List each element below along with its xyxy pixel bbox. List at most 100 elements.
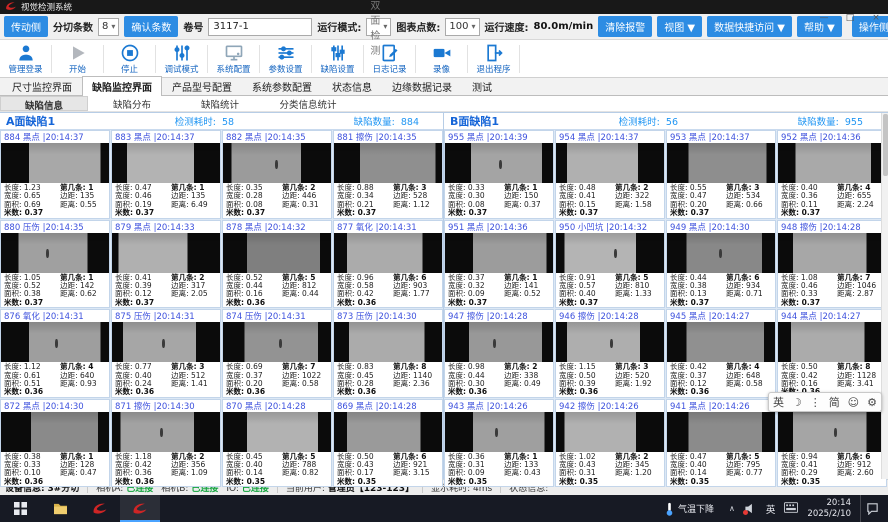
main-tab-4[interactable]: 状态信息 xyxy=(322,76,382,96)
defect-cell[interactable]: 882 黑点 |20:14:35 长度: 0.35 宽度: 0.28 面积: 0… xyxy=(222,130,332,219)
action-center-icon[interactable] xyxy=(860,495,884,522)
scrollbar[interactable] xyxy=(881,113,888,479)
tool-button-2[interactable]: 停止 xyxy=(106,42,153,75)
run-mode-select[interactable]: 双面检测▾ xyxy=(366,18,391,36)
chart-points-select[interactable]: 100▾ xyxy=(445,18,479,36)
main-tab-0[interactable]: 尺寸监控界面 xyxy=(2,76,82,96)
clear-alarm-button[interactable]: 清除报警 xyxy=(598,16,652,37)
app-title: 视觉检测系统 xyxy=(21,1,72,13)
ime-moon-icon[interactable]: ☽ xyxy=(792,396,802,409)
defect-image xyxy=(667,143,775,183)
defect-cell[interactable]: 950 小凹坑 |20:14:32 长度: 0.91 宽度: 0.57 面积: … xyxy=(555,220,665,309)
defect-cell[interactable]: 943 黑点 |20:14:26 长度: 0.36 宽度: 0.31 面积: 0… xyxy=(444,399,554,488)
defect-cell[interactable]: 874 压伤 |20:14:31 长度: 0.69 宽度: 0.37 面积: 0… xyxy=(222,309,332,398)
defect-distance: 距离: 1.58 xyxy=(615,201,661,209)
defect-cell[interactable]: 872 黑点 |20:14:30 长度: 0.38 宽度: 0.33 面积: 0… xyxy=(0,399,110,488)
defect-image xyxy=(1,233,109,273)
tool-button-8[interactable]: 录像 xyxy=(418,42,465,75)
main-tab-5[interactable]: 边缘数据记录 xyxy=(382,76,462,96)
ime-lang-toggle[interactable]: 英 xyxy=(773,394,784,410)
ime-settings-icon[interactable]: ⚙ xyxy=(867,396,877,409)
defect-cell[interactable]: 944 黑点 |20:14:27 长度: 0.50 宽度: 0.42 面积: 0… xyxy=(777,309,887,398)
defect-cell[interactable]: 955 黑点 |20:14:39 长度: 0.33 宽度: 0.30 面积: 0… xyxy=(444,130,554,219)
defect-cell[interactable]: 941 黑点 |20:14:26 长度: 0.47 宽度: 0.40 面积: 0… xyxy=(666,399,776,488)
defect-cell[interactable]: 951 黑点 |20:14:36 长度: 0.37 宽度: 0.32 面积: 0… xyxy=(444,220,554,309)
defect-cell[interactable]: 947 擦伤 |20:14:28 长度: 0.98 宽度: 0.44 面积: 0… xyxy=(444,309,554,398)
run-speed-label: 运行速度: xyxy=(485,19,529,34)
tool-button-7[interactable]: 日志记录 xyxy=(366,42,413,75)
defect-cell-header: 870 黑点 |20:14:28 xyxy=(223,400,331,412)
sub-tab-2[interactable]: 缺陷统计 xyxy=(176,96,264,111)
roll-number-input[interactable] xyxy=(208,18,312,36)
strip-count-select[interactable]: 8▾ xyxy=(98,18,119,36)
tool-button-1[interactable]: 开始 xyxy=(54,42,101,75)
tool-button-0[interactable]: 管理登录 xyxy=(2,42,49,75)
defect-cell[interactable]: 877 氧化 |20:14:31 长度: 0.96 宽度: 0.58 面积: 0… xyxy=(333,220,443,309)
sub-tab-0[interactable]: 缺陷信息 xyxy=(0,96,88,111)
defect-cell[interactable]: 953 黑点 |20:14:37 长度: 0.55 宽度: 0.47 面积: 0… xyxy=(666,130,776,219)
ime-emoji-icon[interactable]: ☺ xyxy=(848,396,859,409)
ime-tools-icon[interactable]: ⋮ xyxy=(810,396,821,409)
defect-cell-header: 882 黑点 |20:14:35 xyxy=(223,131,331,143)
ime-language-indicator[interactable]: 英 xyxy=(766,502,776,516)
main-tab-6[interactable]: 测试 xyxy=(462,76,502,96)
defect-cell[interactable]: 949 黑点 |20:14:30 长度: 0.44 宽度: 0.38 面积: 0… xyxy=(666,220,776,309)
touch-keyboard-icon[interactable] xyxy=(784,502,798,516)
defect-image xyxy=(334,233,442,273)
data-quick-access-button[interactable]: 数据快捷访问 ▼ xyxy=(707,16,792,37)
volume-icon[interactable] xyxy=(744,502,757,515)
main-tab-1[interactable]: 缺陷监控界面 xyxy=(82,76,162,96)
sub-tab-3[interactable]: 分类信息统计 xyxy=(264,96,352,111)
defect-cell[interactable]: 871 擦伤 |20:14:30 长度: 1.18 宽度: 0.42 面积: 0… xyxy=(111,399,221,488)
sub-tabs: 缺陷信息缺陷分布缺陷统计分类信息统计 xyxy=(0,96,888,112)
defect-mark xyxy=(719,249,722,258)
defect-distance: 距离: 6.49 xyxy=(171,201,217,209)
main-tab-3[interactable]: 系统参数配置 xyxy=(242,76,322,96)
defect-cell[interactable]: 879 黑点 |20:14:33 长度: 0.41 宽度: 0.39 面积: 0… xyxy=(111,220,221,309)
scrollbar-thumb[interactable] xyxy=(883,114,888,176)
file-explorer-icon[interactable] xyxy=(40,495,80,522)
defect-cell[interactable]: 945 黑点 |20:14:27 长度: 0.42 宽度: 0.37 面积: 0… xyxy=(666,309,776,398)
drive-side-button[interactable]: 传动侧 xyxy=(4,16,48,37)
defect-image xyxy=(223,412,331,452)
app-icon-inspection-2-active[interactable] xyxy=(120,495,160,522)
defect-cell[interactable]: 946 擦伤 |20:14:28 长度: 1.15 宽度: 0.50 面积: 0… xyxy=(555,309,665,398)
close-button[interactable]: × xyxy=(870,13,882,23)
clock-date: 2025/2/10 xyxy=(807,509,851,520)
weather-widget[interactable]: 气温下降 xyxy=(659,495,720,522)
main-tabs: 尺寸监控界面缺陷监控界面产品型号配置系统参数配置状态信息边缘数据记录测试 xyxy=(0,78,888,96)
defect-cell[interactable]: 948 擦伤 |20:14:28 长度: 1.08 宽度: 0.46 面积: 0… xyxy=(777,220,887,309)
confirm-strip-button[interactable]: 确认条数 xyxy=(124,16,178,37)
tool-button-4[interactable]: 系统配置 xyxy=(210,42,257,75)
defect-cell[interactable]: 884 黑点 |20:14:37 长度: 1.23 宽度: 0.65 面积: 0… xyxy=(0,130,110,219)
defect-details: 长度: 0.38 宽度: 0.33 面积: 0.10 米数: 0.36 第几条:… xyxy=(1,452,109,487)
defect-cell[interactable]: 870 黑点 |20:14:28 长度: 0.45 宽度: 0.40 面积: 0… xyxy=(222,399,332,488)
defect-cell[interactable]: 881 擦伤 |20:14:35 长度: 0.88 宽度: 0.34 面积: 0… xyxy=(333,130,443,219)
defect-cell[interactable]: 869 黑点 |20:14:28 长度: 0.50 宽度: 0.43 面积: 0… xyxy=(333,399,443,488)
defect-meters: 米数: 0.37 xyxy=(781,209,837,217)
tool-button-6[interactable]: 缺陷设置 xyxy=(314,42,361,75)
defect-cell[interactable]: 883 黑点 |20:14:37 长度: 0.47 宽度: 0.46 面积: 0… xyxy=(111,130,221,219)
clock[interactable]: 20:14 2025/2/10 xyxy=(807,498,851,519)
defect-cell[interactable]: 873 压伤 |20:14:30 长度: 0.83 宽度: 0.45 面积: 0… xyxy=(333,309,443,398)
tool-button-9[interactable]: 退出程序 xyxy=(470,42,517,75)
defect-cell[interactable]: 880 压伤 |20:14:35 长度: 1.05 宽度: 0.52 面积: 0… xyxy=(0,220,110,309)
ime-simplified-toggle[interactable]: 简 xyxy=(829,394,840,410)
tool-button-3[interactable]: 调试模式 xyxy=(158,42,205,75)
start-button[interactable] xyxy=(0,495,40,522)
app-icon-inspection-1[interactable] xyxy=(80,495,120,522)
defect-cell[interactable]: 942 擦伤 |20:14:26 长度: 1.02 宽度: 0.43 面积: 0… xyxy=(555,399,665,488)
view-menu-button[interactable]: 视图 ▼ xyxy=(657,16,702,37)
tray-expand-chevron-icon[interactable]: ∧ xyxy=(729,504,735,513)
defect-cell[interactable]: 954 黑点 |20:14:37 长度: 0.48 宽度: 0.41 面积: 0… xyxy=(555,130,665,219)
maximize-button[interactable]: □ xyxy=(844,13,856,23)
minimize-button[interactable]: — xyxy=(818,13,830,23)
main-tab-2[interactable]: 产品型号配置 xyxy=(162,76,242,96)
defect-cell[interactable]: 878 黑点 |20:14:32 长度: 0.52 宽度: 0.44 面积: 0… xyxy=(222,220,332,309)
defect-image xyxy=(778,143,886,183)
sub-tab-1[interactable]: 缺陷分布 xyxy=(88,96,176,111)
defect-cell[interactable]: 952 黑点 |20:14:36 长度: 0.40 宽度: 0.36 面积: 0… xyxy=(777,130,887,219)
defect-cell[interactable]: 876 氧化 |20:14:31 长度: 1.12 宽度: 0.61 面积: 0… xyxy=(0,309,110,398)
tool-button-5[interactable]: 参数设置 xyxy=(262,42,309,75)
defect-cell[interactable]: 875 压伤 |20:14:31 长度: 0.77 宽度: 0.40 面积: 0… xyxy=(111,309,221,398)
